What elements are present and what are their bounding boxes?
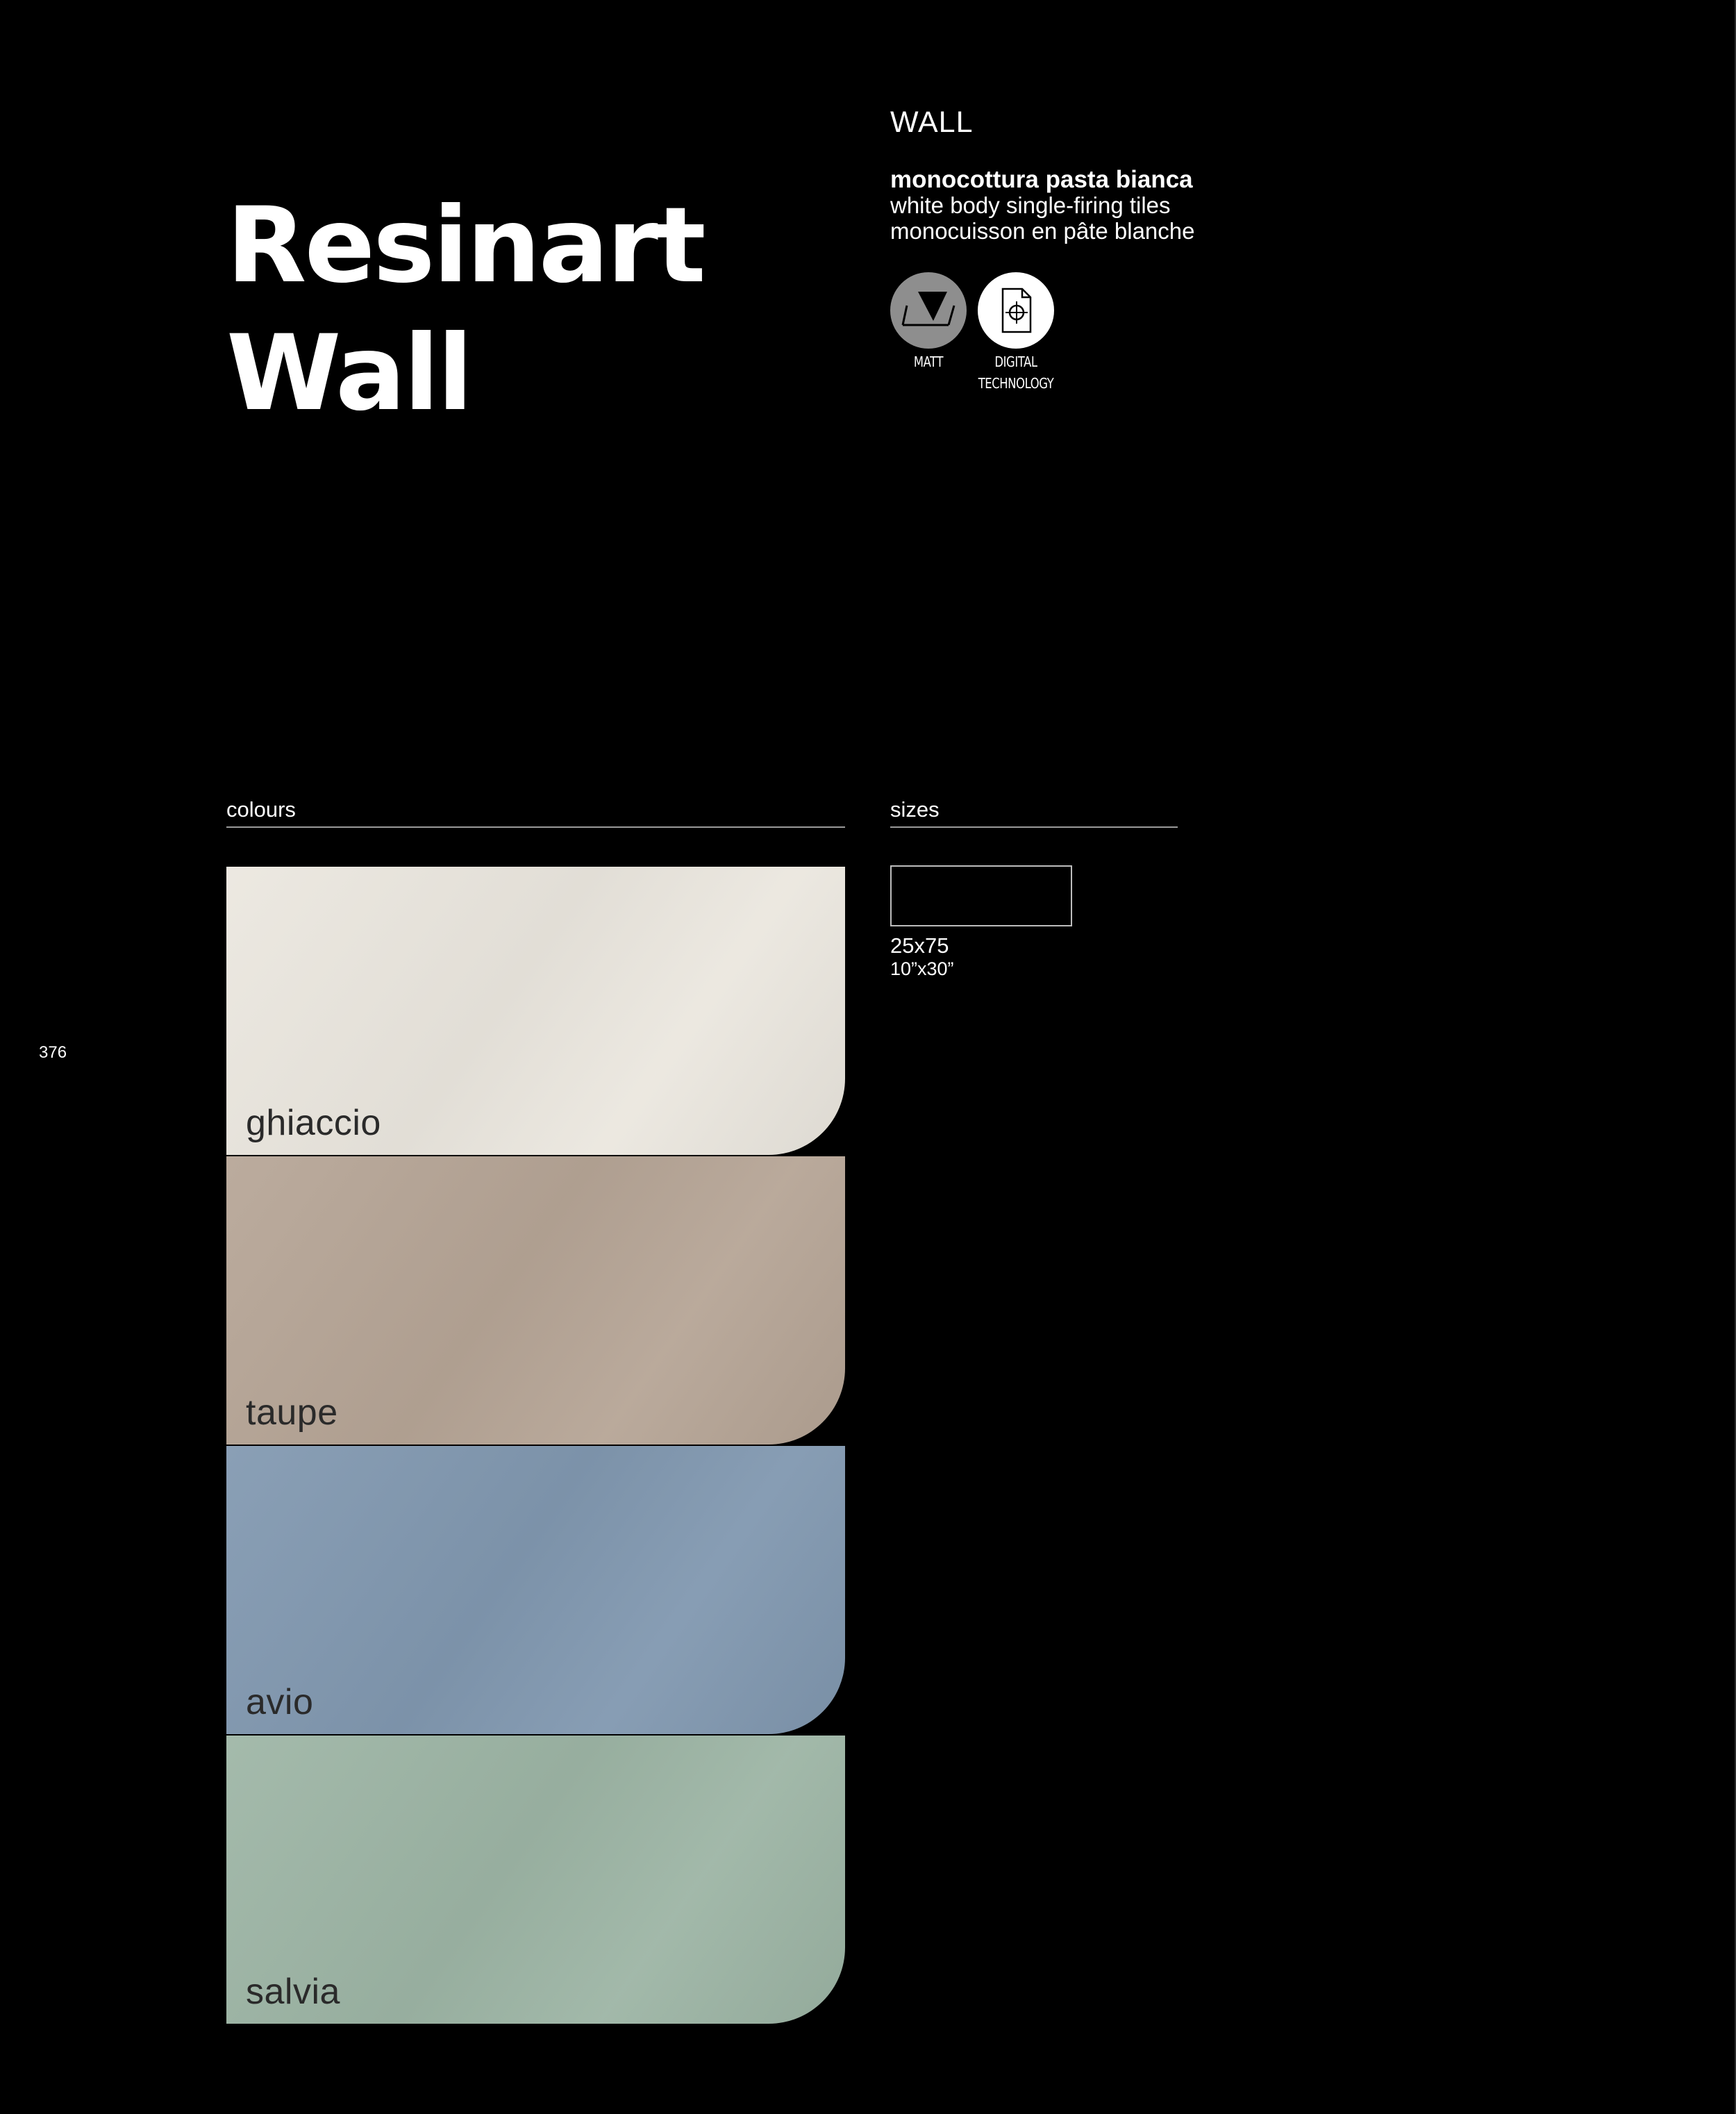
colour-name: taupe <box>246 1392 338 1433</box>
colour-name: ghiaccio <box>246 1103 381 1143</box>
title-line-2: Wall <box>226 313 473 434</box>
colour-name: avio <box>246 1682 314 1722</box>
sizes-heading: sizes <box>890 797 940 822</box>
digital-label-line-1: DIGITAL <box>994 353 1037 370</box>
colour-swatch-avio: avio <box>226 1446 845 1734</box>
colour-swatch-ghiaccio: ghiaccio <box>226 867 845 1155</box>
colour-swatch-salvia: salvia <box>226 1736 845 2024</box>
size-outline-25x75 <box>890 865 1072 926</box>
colours-rule <box>226 826 845 828</box>
description-en: white body single-firing tiles <box>890 192 1171 218</box>
digital-label-line-2: TECHNOLOGY <box>978 375 1054 392</box>
digital-technology-icon <box>1001 288 1032 333</box>
matt-badge <box>890 272 967 349</box>
title-line-1: Resinart <box>226 185 706 306</box>
matt-label: MATT <box>913 353 944 370</box>
section-tag: WALL <box>890 106 974 139</box>
digital-technology-label: DIGITAL TECHNOLOGY <box>967 351 1064 394</box>
size-imperial: 10”x30” <box>890 958 954 979</box>
size-metric: 25x75 <box>890 933 949 958</box>
colour-swatch-taupe: taupe <box>226 1156 845 1445</box>
digital-technology-badge <box>978 272 1054 349</box>
product-description: monocottura pasta bianca white body sing… <box>890 167 1194 244</box>
description-it: monocottura pasta bianca <box>890 166 1193 193</box>
colour-name: salvia <box>246 1972 340 2012</box>
sizes-rule <box>890 826 1178 828</box>
matt-icon <box>901 292 955 326</box>
colours-heading: colours <box>226 797 296 822</box>
product-title: Resinart Wall <box>226 182 706 438</box>
page-number: 376 <box>39 1043 67 1062</box>
description-fr: monocuisson en pâte blanche <box>890 218 1195 244</box>
